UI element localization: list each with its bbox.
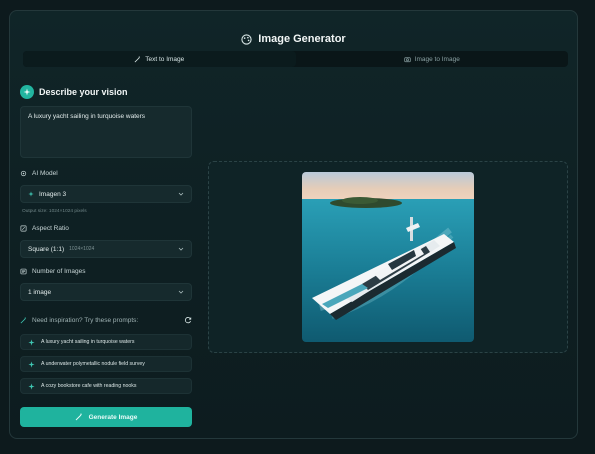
- inspiration-row: Need inspiration? Try these prompts:: [20, 316, 192, 324]
- prompt-textarea[interactable]: A luxury yacht sailing in turquoise wate…: [20, 106, 192, 158]
- sparkle-icon: [28, 338, 35, 346]
- mode-tabs: Text to Image Image to Image: [23, 51, 568, 67]
- wand-icon: [134, 55, 141, 62]
- vision-header: Describe your vision: [20, 85, 128, 99]
- aspect-ratio-select[interactable]: Square (1:1) 1024×1024: [20, 240, 192, 258]
- suggestion-prompt[interactable]: A cozy bookstore cafe with reading nooks: [20, 378, 192, 394]
- refresh-icon[interactable]: [184, 316, 192, 324]
- wand-icon: [75, 413, 82, 421]
- ai-model-select[interactable]: Imagen 3: [20, 185, 192, 203]
- suggestion-prompt[interactable]: A underwater polymetallic nodule field s…: [20, 356, 192, 372]
- chevron-down-icon: [178, 247, 184, 251]
- output-size-hint: Output size: 1024×1024 pixels: [22, 209, 87, 214]
- image-count-select[interactable]: 1 image: [20, 283, 192, 301]
- palette-icon: [241, 33, 252, 45]
- chevron-down-icon: [178, 290, 184, 294]
- suggestion-prompt[interactable]: A luxury yacht sailing in turquoise wate…: [20, 334, 192, 350]
- tab-image-to-image[interactable]: Image to Image: [296, 51, 569, 67]
- aspect-ratio-icon: [20, 225, 27, 232]
- image-count-label: Number of Images: [20, 268, 85, 275]
- yacht-image: [302, 172, 474, 342]
- aspect-ratio-label-text: Aspect Ratio: [32, 225, 69, 232]
- aspect-ratio-detail: 1024×1024: [69, 246, 95, 252]
- generate-button-label: Generate Image: [88, 413, 138, 421]
- suggestion-text: A underwater polymetallic nodule field s…: [41, 361, 145, 367]
- image-count-value: 1 image: [28, 288, 52, 296]
- sparkle-icon: [28, 360, 35, 368]
- inspiration-label: Need inspiration? Try these prompts:: [32, 316, 139, 324]
- ai-model-value: Imagen 3: [39, 190, 67, 198]
- sparkle-small-icon: [28, 191, 34, 197]
- ai-model-label: AI Model: [20, 170, 58, 177]
- gear-icon: [20, 170, 27, 177]
- sparkle-icon: [20, 85, 34, 99]
- generate-button[interactable]: Generate Image: [20, 407, 192, 427]
- tab-text-to-image[interactable]: Text to Image: [23, 51, 296, 67]
- images-icon: [20, 268, 27, 275]
- image-preview-area: [208, 161, 568, 353]
- ai-model-label-text: AI Model: [32, 170, 58, 177]
- chevron-down-icon: [178, 192, 184, 196]
- aspect-ratio-label: Aspect Ratio: [20, 225, 69, 232]
- tab-label: Text to Image: [145, 55, 185, 63]
- wand-icon: [20, 316, 26, 323]
- sparkle-icon: [28, 382, 35, 390]
- camera-icon: [404, 56, 411, 62]
- app-header: Image Generator: [10, 33, 577, 45]
- aspect-ratio-value: Square (1:1): [28, 245, 65, 253]
- main-panel: Image Generator Text to Image Image to I…: [9, 10, 578, 439]
- vision-title: Describe your vision: [39, 87, 128, 97]
- generated-image[interactable]: [302, 172, 474, 342]
- tab-label: Image to Image: [414, 55, 460, 63]
- suggestion-text: A cozy bookstore cafe with reading nooks: [41, 383, 137, 389]
- suggestion-text: A luxury yacht sailing in turquoise wate…: [41, 339, 135, 345]
- image-count-label-text: Number of Images: [32, 268, 86, 275]
- page-title: Image Generator: [258, 33, 346, 45]
